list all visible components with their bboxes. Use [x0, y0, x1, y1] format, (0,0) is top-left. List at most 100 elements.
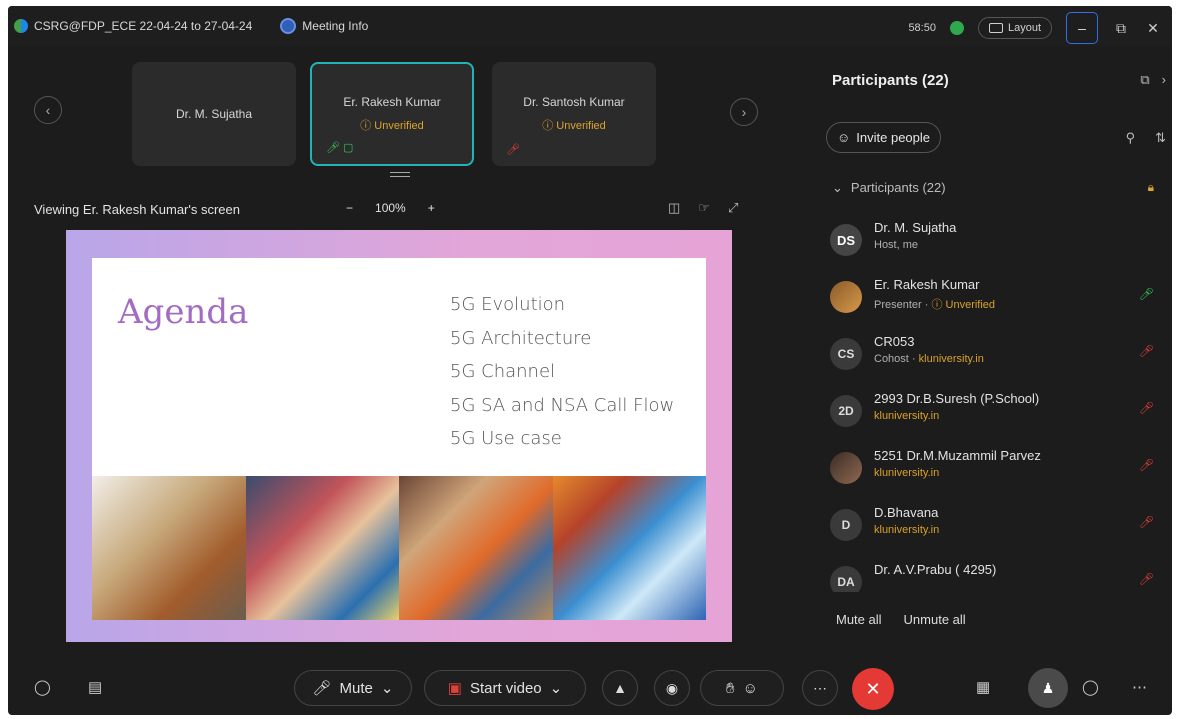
popout-icon[interactable]: ⧉	[1140, 72, 1149, 88]
participant-name: Er. Rakesh Kumar	[874, 277, 980, 292]
agenda-item: 5G Evolution	[450, 294, 566, 315]
unverified-badge: ⓘ Unverified	[360, 120, 424, 132]
participant-list: DS Dr. M. Sujatha Host, me Er. Rakesh Ku…	[818, 212, 1172, 592]
participant-name: 5251 Dr.M.Muzammil Parvez	[874, 448, 1041, 463]
participant-domain: kluniversity.in	[874, 524, 940, 536]
closed-captions-icon[interactable]: ▤	[88, 678, 102, 696]
participant-name: Dr. A.V.Prabu ( 4295)	[874, 562, 997, 577]
mic-muted-icon[interactable]: 🎤︎	[1139, 572, 1154, 586]
shared-screen: Agenda 5G Evolution 5G Architecture 5G C…	[66, 230, 732, 642]
apps-reactions-group: ✋︎ ☺	[700, 670, 784, 706]
start-video-label: Start video	[469, 679, 542, 697]
video-tile-name: Dr. M. Sujatha	[175, 107, 253, 121]
layout-button[interactable]: Layout	[977, 17, 1052, 39]
avatar: 2D	[830, 395, 862, 427]
breakout-rooms-icon[interactable]: ▦	[976, 678, 990, 696]
chat-icon[interactable]: ◯	[1082, 678, 1099, 696]
participant-domain: kluniversity.in	[874, 410, 940, 422]
mic-muted-icon[interactable]: 🎤︎	[1139, 458, 1154, 472]
mic-on-icon[interactable]: 🎤︎	[1139, 287, 1154, 301]
meeting-name: CSRG@FDP_ECE 22-04-24 to 27-04-24	[34, 19, 253, 33]
participant-row[interactable]: 2D 2993 Dr.B.Suresh (P.School) klunivers…	[818, 383, 1172, 440]
invite-people-button[interactable]: ☺ Invite people	[826, 122, 942, 153]
record-button[interactable]: ◉	[654, 670, 690, 706]
participants-section-header[interactable]: ⌄ Participants (22)	[832, 180, 946, 196]
participants-toggle-button[interactable]: ♟	[1028, 668, 1068, 708]
mic-muted-icon[interactable]: 🎤︎	[1139, 515, 1154, 529]
video-tile-santosh-kumar[interactable]: Dr. Santosh Kumar ⓘ Unverified 🎤︎	[492, 62, 656, 166]
chevron-down-icon: ⌄	[832, 180, 843, 195]
participant-name: 2993 Dr.B.Suresh (P.School)	[874, 391, 1040, 406]
meeting-info-link[interactable]: Meeting Info	[302, 19, 368, 33]
avatar: D	[830, 509, 862, 541]
connection-status-icon[interactable]	[949, 21, 964, 35]
end-meeting-button[interactable]: ✕	[852, 668, 894, 710]
more-options-button[interactable]: ⋯	[802, 670, 838, 706]
mic-muted-icon[interactable]: 🎤︎	[1139, 401, 1154, 415]
painting-image-3	[399, 476, 553, 620]
participant-name: D.Bhavana	[874, 505, 939, 520]
sort-icon[interactable]: ⇅	[1155, 130, 1166, 146]
resize-handle[interactable]	[390, 172, 410, 177]
minimize-button[interactable]: –	[1066, 12, 1098, 44]
mute-label: Mute	[339, 679, 373, 697]
agenda-item: 5G SA and NSA Call Flow	[450, 394, 675, 416]
next-video-arrow-icon[interactable]: ›	[730, 98, 758, 126]
fullscreen-icon[interactable]: ⤢	[728, 200, 738, 216]
chevron-down-icon[interactable]: ⌄	[381, 679, 394, 697]
zoom-out-button[interactable]: −	[346, 201, 353, 215]
close-window-icon[interactable]: ✕	[1144, 20, 1162, 37]
annotate-icon[interactable]: ◫	[668, 200, 680, 216]
meeting-window: CSRG@FDP_ECE 22-04-24 to 27-04-24 Meetin…	[8, 6, 1172, 715]
avatar: DA	[830, 566, 862, 592]
mic-on-icon: 🎤︎ ▢	[326, 142, 354, 154]
raise-hand-icon[interactable]: ✋︎	[726, 680, 735, 697]
lock-icon[interactable]: 🔒︎	[1148, 180, 1154, 195]
collapse-panel-icon[interactable]: ›	[1162, 72, 1166, 88]
add-person-icon: ☺	[837, 130, 851, 145]
start-video-button[interactable]: ▣ Start video ⌄	[424, 670, 586, 706]
search-icon[interactable]: ⚲	[1126, 130, 1136, 146]
layout-label: Layout	[1007, 22, 1041, 34]
unverified-badge: ⓘ Unverified	[542, 120, 606, 132]
emoji-icon[interactable]: ☺	[743, 680, 758, 697]
avatar	[830, 452, 862, 484]
slide-title: Agenda	[118, 292, 249, 332]
reactions-icon[interactable]: ◯	[34, 678, 51, 696]
mic-muted-icon[interactable]: 🎤︎	[1139, 344, 1154, 358]
unmute-all-button[interactable]: Unmute all	[904, 612, 966, 627]
video-tile-name: Dr. Santosh Kumar	[523, 95, 625, 109]
painting-image-4	[552, 476, 706, 620]
layout-grid-icon	[988, 23, 1003, 33]
zoom-in-button[interactable]: +	[428, 201, 435, 215]
restore-window-icon[interactable]: ⧉	[1112, 20, 1130, 37]
panel-title: Participants (22)	[832, 72, 949, 89]
meeting-timer: 58:50	[908, 22, 936, 34]
participant-row[interactable]: DS Dr. M. Sujatha Host, me	[818, 212, 1172, 269]
agenda-item: 5G Channel	[450, 361, 556, 382]
mute-button[interactable]: 🎤︎ Mute ⌄	[294, 670, 412, 706]
share-screen-button[interactable]: ▲	[602, 670, 638, 706]
video-tile-sujatha[interactable]: Dr. M. Sujatha	[132, 62, 296, 166]
mic-muted-icon: 🎤︎	[506, 144, 520, 156]
participant-row[interactable]: D D.Bhavana kluniversity.in 🎤︎	[818, 497, 1172, 554]
zoom-level: 100%	[375, 201, 406, 215]
painting-image-2	[245, 476, 399, 620]
chevron-down-icon[interactable]: ⌄	[550, 679, 563, 697]
video-tile-rakesh-kumar[interactable]: Er. Rakesh Kumar ⓘ Unverified 🎤︎ ▢	[310, 62, 474, 166]
avatar: CS	[830, 338, 862, 370]
participant-row[interactable]: DA Dr. A.V.Prabu ( 4295) 🎤︎	[818, 554, 1172, 592]
participant-row[interactable]: CS CR053 Cohost · kluniversity.in 🎤︎	[818, 326, 1172, 383]
section-label: Participants (22)	[850, 180, 946, 195]
avatar	[830, 281, 862, 313]
mute-all-button[interactable]: Mute all	[836, 612, 882, 627]
more-panels-icon[interactable]: ⋯	[1132, 678, 1147, 696]
viewing-screen-label: Viewing Er. Rakesh Kumar's screen	[34, 202, 241, 217]
meeting-info-icon[interactable]	[280, 18, 297, 34]
prev-video-arrow-icon[interactable]: ‹	[34, 96, 62, 124]
participant-row[interactable]: Er. Rakesh Kumar Presenter · ⓘ Unverifie…	[818, 269, 1172, 326]
participant-name: Dr. M. Sujatha	[874, 220, 957, 235]
participant-row[interactable]: 5251 Dr.M.Muzammil Parvez kluniversity.i…	[818, 440, 1172, 497]
painting-image-1	[92, 476, 246, 620]
remote-control-icon[interactable]: ☞	[698, 200, 710, 216]
